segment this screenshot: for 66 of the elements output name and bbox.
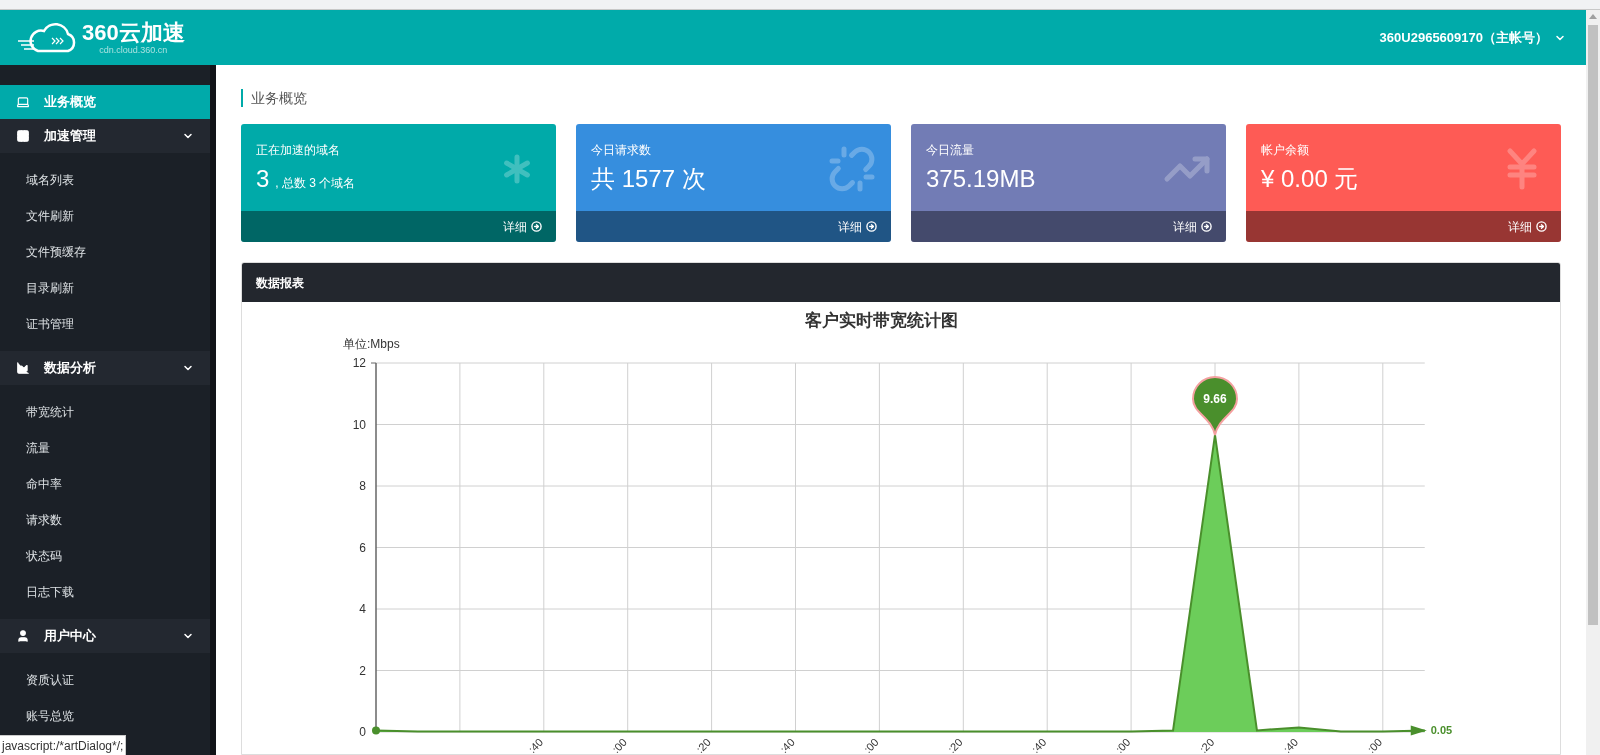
- arrow-circle-icon: [1201, 221, 1212, 232]
- y-tick-label: 8: [359, 479, 366, 493]
- logo-subtext: cdn.cloud.360.cn: [99, 44, 168, 55]
- panel-title: 数据报表: [256, 274, 304, 292]
- y-tick-label: 2: [359, 663, 366, 678]
- detail-link[interactable]: 详细: [838, 217, 877, 236]
- x-tick-label: :20: [693, 735, 713, 754]
- x-tick-label: :00: [1113, 735, 1133, 754]
- x-tick-label: :20: [1197, 735, 1217, 754]
- nav-item[interactable]: 命中率: [0, 466, 210, 502]
- x-tick-label: :40: [1029, 735, 1049, 754]
- status-bar: javascript:/*artDialog*/;: [0, 735, 127, 755]
- nav-item[interactable]: 目录刷新: [0, 270, 210, 306]
- detail-link[interactable]: 详细: [503, 217, 542, 236]
- arrow-circle-icon: [866, 221, 877, 232]
- x-tick-label: :40: [1281, 735, 1301, 754]
- nav-item[interactable]: 账号总览: [0, 698, 210, 734]
- nav-item[interactable]: 文件预缓存: [0, 234, 210, 270]
- nav-item[interactable]: 带宽统计: [0, 394, 210, 430]
- arrow-circle-icon: [531, 221, 542, 232]
- card-note: , 总数 3 个域名: [275, 175, 356, 192]
- x-tick-label: :20: [945, 735, 965, 754]
- nav-item[interactable]: 域名列表: [0, 162, 210, 198]
- detail-link[interactable]: 详细: [1508, 217, 1547, 236]
- y-tick-label: 10: [352, 417, 366, 432]
- nav-item[interactable]: 状态码: [0, 538, 210, 574]
- page-title: 业务概览: [241, 89, 1561, 107]
- y-tick-label: 6: [359, 540, 366, 555]
- broken-link-icon: [828, 145, 876, 193]
- nav-group-header[interactable]: 数据分析: [0, 351, 210, 385]
- x-tick-label: :00: [861, 735, 881, 754]
- x-tick-label: :40: [777, 735, 797, 754]
- nav-item[interactable]: 文件刷新: [0, 198, 210, 234]
- arrow-circle-icon: [1536, 221, 1547, 232]
- y-tick-label: 12: [352, 356, 366, 370]
- value-pin: 9.66: [1192, 376, 1238, 436]
- nav-item[interactable]: 日志下载: [0, 574, 210, 610]
- x-tick-label: :00: [609, 735, 630, 754]
- y-tick-label: 0: [359, 725, 366, 739]
- card-label: 帐户余额: [1261, 142, 1310, 159]
- arrow-head-icon: [1410, 725, 1427, 736]
- nav-group-header[interactable]: 用户中心: [0, 619, 210, 653]
- cloud-logo-icon: [16, 20, 78, 55]
- y-axis-label: 单位:Mbps: [343, 337, 400, 351]
- card-label: 正在加速的域名: [256, 142, 341, 159]
- nav-item[interactable]: 证书管理: [0, 306, 210, 342]
- end-value-label: 0.05: [1430, 724, 1453, 737]
- card-value: 375.19MB: [926, 164, 1036, 194]
- card-label: 今日流量: [926, 142, 975, 159]
- card-value: 3: [256, 164, 270, 194]
- logo-text: 360云加速: [82, 20, 185, 45]
- card-label: 今日请求数: [591, 142, 652, 159]
- x-tick-label: :00: [1364, 735, 1385, 754]
- user-icon: [16, 629, 30, 643]
- nav-group-header[interactable]: 加速管理: [0, 119, 210, 153]
- nav-item[interactable]: 流量: [0, 430, 210, 466]
- annotation: 9.66: [1203, 391, 1227, 406]
- nav-item[interactable]: 请求数: [0, 502, 210, 538]
- laptop-icon: [16, 95, 30, 109]
- nav-item[interactable]: 资质认证: [0, 662, 210, 698]
- card-value: ¥ 0.00 元: [1261, 164, 1359, 194]
- card-value: 共 1577 次: [591, 164, 706, 194]
- detail-link[interactable]: 详细: [1173, 217, 1212, 236]
- y-tick-label: 4: [359, 602, 366, 616]
- chart-title: 客户实时带宽统计图: [804, 311, 958, 330]
- x-tick-label: :40: [525, 735, 546, 754]
